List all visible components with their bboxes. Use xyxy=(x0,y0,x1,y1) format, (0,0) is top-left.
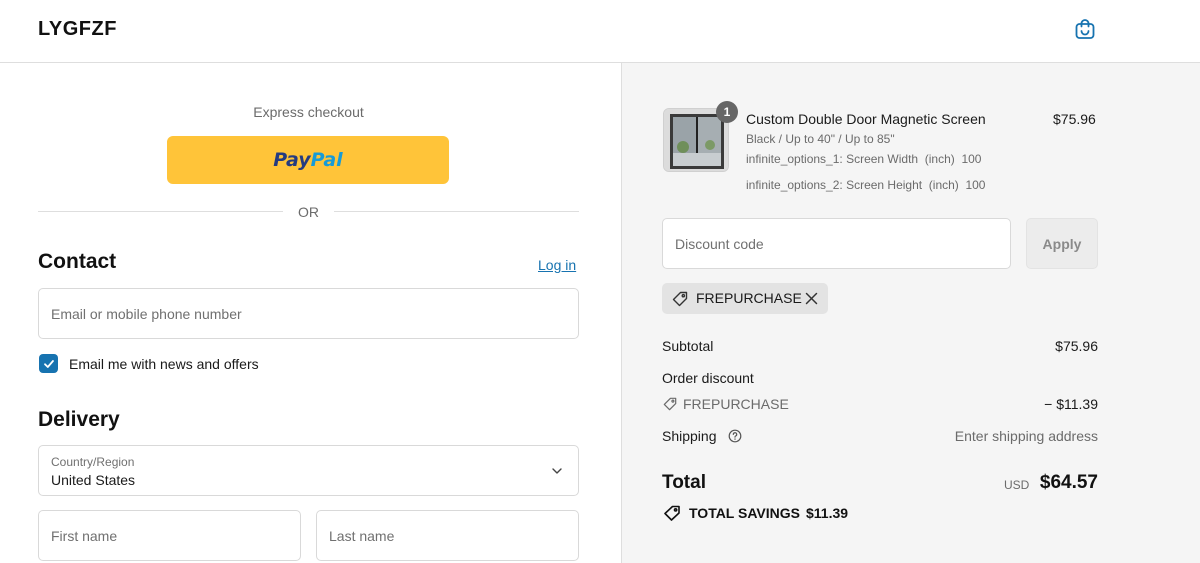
shopping-bag-icon[interactable] xyxy=(1073,17,1097,41)
last-name-field[interactable] xyxy=(316,510,579,561)
discount-code-label: FREPURCHASE xyxy=(683,396,789,412)
chevron-down-icon xyxy=(552,468,562,474)
or-divider: OR xyxy=(38,203,579,221)
delivery-heading: Delivery xyxy=(38,408,120,431)
discount-code-input[interactable] xyxy=(662,218,1011,269)
divider-line-right xyxy=(334,211,579,212)
login-link[interactable]: Log in xyxy=(538,257,576,273)
help-icon[interactable] xyxy=(728,429,742,443)
paypal-logo-part2: Pal xyxy=(310,149,343,171)
paypal-logo-part1: Pay xyxy=(273,149,311,171)
shipping-value: Enter shipping address xyxy=(954,428,1098,444)
product-variant: Black / Up to 40" / Up to 85" xyxy=(746,132,895,146)
tag-icon xyxy=(672,291,688,307)
subtotal-value: $75.96 xyxy=(1055,338,1098,354)
applied-discount-chip: FREPURCHASE xyxy=(662,283,828,314)
product-price: $75.96 xyxy=(1053,111,1096,127)
product-option-1: infinite_options_1: Screen Width (inch) … xyxy=(746,152,982,166)
discount-value: − $11.39 xyxy=(1044,396,1098,412)
divider-line-left xyxy=(38,211,283,212)
newsletter-checkbox[interactable] xyxy=(39,354,58,373)
tag-icon xyxy=(663,397,677,411)
order-discount-label: Order discount xyxy=(662,370,754,386)
subtotal-label: Subtotal xyxy=(662,338,714,354)
newsletter-label[interactable]: Email me with news and offers xyxy=(69,356,259,372)
email-field[interactable] xyxy=(38,288,579,339)
apply-discount-button[interactable]: Apply xyxy=(1026,218,1098,269)
total-label: Total xyxy=(662,472,706,493)
brand-logo[interactable]: LYGFZF xyxy=(38,18,117,41)
or-text: OR xyxy=(298,204,319,220)
checkmark-icon xyxy=(43,359,54,368)
product-name: Custom Double Door Magnetic Screen xyxy=(746,111,986,127)
total-amount: $64.57 xyxy=(1039,472,1098,493)
contact-heading: Contact xyxy=(38,250,117,273)
shipping-label: Shipping xyxy=(662,428,717,444)
close-icon[interactable] xyxy=(805,292,818,305)
country-select[interactable]: Country/Region United States xyxy=(38,445,579,496)
total-savings-label: TOTAL SAVINGS xyxy=(689,505,800,521)
country-label: Country/Region xyxy=(51,455,135,469)
total-currency: USD xyxy=(1004,478,1030,492)
first-name-field[interactable] xyxy=(38,510,301,561)
country-value: United States xyxy=(51,472,136,488)
quantity-badge: 1 xyxy=(716,101,738,123)
total-savings-value: $11.39 xyxy=(806,505,849,521)
paypal-button[interactable]: Pay Pal xyxy=(167,136,449,184)
savings-tag-icon xyxy=(664,505,680,521)
express-checkout-title: Express checkout xyxy=(253,104,364,120)
header: LYGFZF xyxy=(0,0,1200,63)
applied-discount-code: FREPURCHASE xyxy=(696,290,802,306)
product-option-2: infinite_options_2: Screen Height (inch)… xyxy=(746,178,986,192)
